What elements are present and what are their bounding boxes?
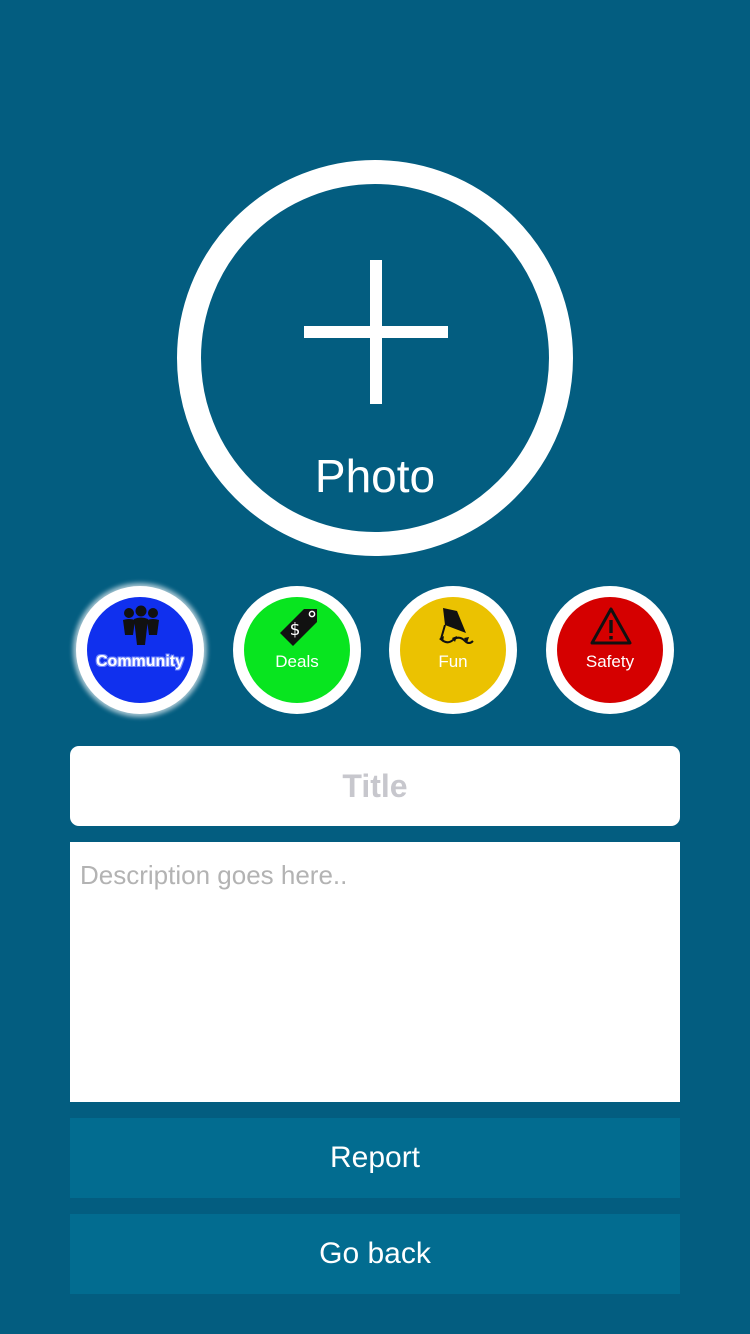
go-back-button[interactable]: Go back	[70, 1214, 680, 1294]
price-tag-icon: $	[280, 609, 317, 646]
category-safety-label: Safety	[585, 652, 635, 671]
category-fun-label: Fun	[438, 652, 468, 671]
category-community-label: Community	[96, 653, 184, 670]
warning-icon	[590, 607, 632, 645]
kite-icon	[439, 608, 474, 644]
category-fun-button[interactable]: Fun	[389, 586, 517, 714]
category-deals-label: Deals	[275, 652, 319, 671]
category-deals-button[interactable]: $ Deals	[233, 586, 361, 714]
description-textarea[interactable]	[70, 842, 680, 1102]
people-icon	[123, 605, 159, 645]
plus-icon	[304, 260, 448, 404]
svg-text:$: $	[290, 620, 301, 640]
category-safety-button[interactable]: Safety	[546, 586, 674, 714]
title-input[interactable]	[70, 746, 680, 826]
add-photo-button[interactable]: Photo	[177, 160, 573, 556]
category-community-button[interactable]: Community	[76, 586, 204, 714]
report-button[interactable]: Report	[70, 1118, 680, 1198]
photo-label: Photo	[314, 450, 436, 502]
